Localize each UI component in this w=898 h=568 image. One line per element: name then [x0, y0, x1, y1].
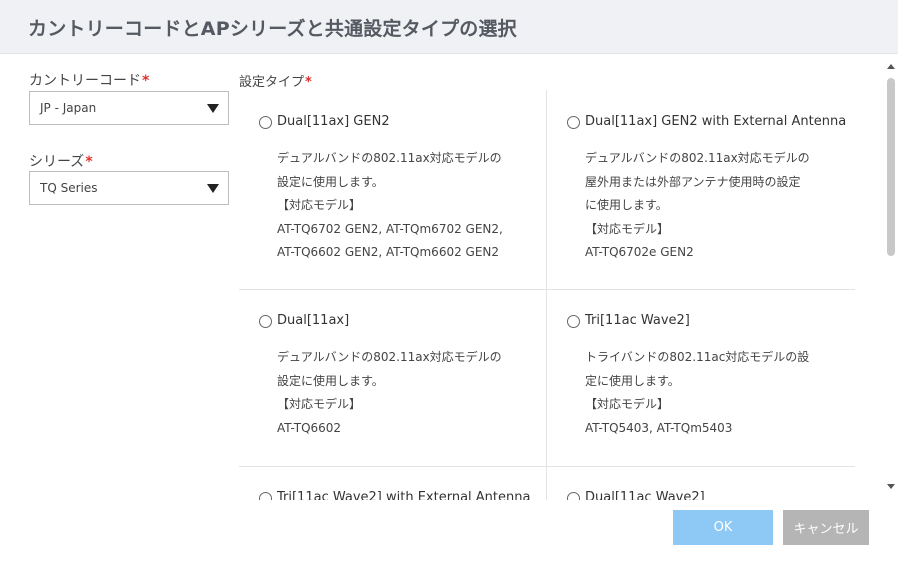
option-description: デュアルバンドの802.11ax対応モデルの 設定に使用します。 【対応モデル】…	[277, 147, 527, 265]
setting-type-option-dual-11ac-wave2[interactable]: Dual[11ac Wave2]	[547, 466, 847, 500]
setting-type-list[interactable]: Dual[11ax] GEN2 デュアルバンドの802.11ax対応モデルの 設…	[239, 90, 855, 500]
radio-button[interactable]	[259, 116, 272, 129]
description-line: 設定に使用します。	[277, 174, 384, 189]
setting-type-option-dual-11ax-gen2[interactable]: Dual[11ax] GEN2 デュアルバンドの802.11ax対応モデルの 設…	[239, 90, 539, 289]
series-label: シリーズ*	[29, 151, 93, 171]
description-line: デュアルバンドの802.11ax対応モデルの	[277, 151, 502, 165]
description-line: 【対応モデル】	[277, 198, 362, 212]
description-line: AT-TQ6602 GEN2, AT-TQm6602 GEN2	[277, 245, 500, 259]
country-code-label: カントリーコード*	[29, 70, 149, 90]
option-name: Dual[11ax] GEN2 with External Antenna	[585, 114, 847, 129]
description-line: AT-TQ6702 GEN2, AT-TQm6702 GEN2,	[277, 221, 503, 236]
scroll-thumb[interactable]	[887, 78, 895, 256]
dialog-header: カントリーコードとAPシリーズと共通設定タイプの選択	[0, 0, 898, 54]
required-mark: *	[305, 75, 312, 90]
radio-button[interactable]	[567, 492, 580, 500]
ok-button[interactable]: OK	[673, 510, 773, 545]
description-line: AT-TQ6702e GEN2	[585, 245, 694, 259]
country-code-label-text: カントリーコード	[29, 73, 141, 89]
description-line: に使用します。	[585, 198, 668, 212]
description-line: トライバンドの802.11ac対応モデルの設	[585, 350, 810, 364]
scroll-down-icon[interactable]	[887, 484, 895, 489]
country-code-select[interactable]: JP - Japan	[29, 91, 229, 125]
option-description: トライバンドの802.11ac対応モデルの設 定に使用します。 【対応モデル】 …	[585, 346, 835, 440]
radio-button[interactable]	[259, 492, 272, 500]
option-description: デュアルバンドの802.11ax対応モデルの 設定に使用します。 【対応モデル】…	[277, 346, 527, 440]
option-name: Tri[11ac Wave2] with External Antenna	[277, 490, 531, 500]
description-line: 屋外用または外部アンテナ使用時の設定	[585, 174, 801, 189]
description-line: デュアルバンドの802.11ax対応モデルの	[277, 350, 502, 364]
series-label-text: シリーズ	[29, 154, 85, 170]
description-line: 設定に使用します。	[277, 373, 384, 388]
description-line: AT-TQ6602	[277, 420, 342, 435]
setting-type-option-dual-11ax-gen2-external-antenna[interactable]: Dual[11ax] GEN2 with External Antenna デュ…	[547, 90, 847, 289]
option-description: デュアルバンドの802.11ax対応モデルの 屋外用または外部アンテナ使用時の設…	[585, 147, 835, 265]
setting-type-label: 設定タイプ*	[239, 71, 312, 90]
option-name: Dual[11ax]	[277, 313, 350, 328]
setting-type-option-dual-11ax[interactable]: Dual[11ax] デュアルバンドの802.11ax対応モデルの 設定に使用し…	[239, 289, 539, 466]
description-line: 定に使用します。	[585, 373, 680, 388]
setting-type-label-text: 設定タイプ	[239, 75, 305, 90]
description-line: 【対応モデル】	[277, 397, 362, 411]
chevron-down-icon	[207, 184, 219, 193]
required-mark: *	[142, 73, 150, 89]
description-line: 【対応モデル】	[585, 221, 670, 236]
option-name: Tri[11ac Wave2]	[585, 313, 690, 328]
cancel-button[interactable]: キャンセル	[783, 510, 869, 545]
required-mark: *	[85, 154, 93, 170]
radio-button[interactable]	[567, 315, 580, 328]
vertical-scrollbar[interactable]	[884, 56, 898, 496]
series-select[interactable]: TQ Series	[29, 171, 229, 205]
country-code-value: JP - Japan	[40, 101, 97, 115]
setting-type-option-tri-11ac-wave2-external-antenna[interactable]: Tri[11ac Wave2] with External Antenna	[239, 466, 539, 500]
description-line: AT-TQ5403, AT-TQm5403	[585, 420, 733, 435]
scroll-up-icon[interactable]	[887, 64, 895, 69]
description-line: 【対応モデル】	[585, 397, 670, 411]
setting-type-option-tri-11ac-wave2[interactable]: Tri[11ac Wave2] トライバンドの802.11ac対応モデルの設 定…	[547, 289, 847, 466]
dialog-title: カントリーコードとAPシリーズと共通設定タイプの選択	[28, 18, 517, 40]
series-value: TQ Series	[40, 181, 98, 195]
option-name: Dual[11ac Wave2]	[585, 490, 705, 500]
description-line: デュアルバンドの802.11ax対応モデルの	[585, 151, 810, 165]
radio-button[interactable]	[259, 315, 272, 328]
option-name: Dual[11ax] GEN2	[277, 114, 390, 129]
radio-button[interactable]	[567, 116, 580, 129]
chevron-down-icon	[207, 104, 219, 113]
